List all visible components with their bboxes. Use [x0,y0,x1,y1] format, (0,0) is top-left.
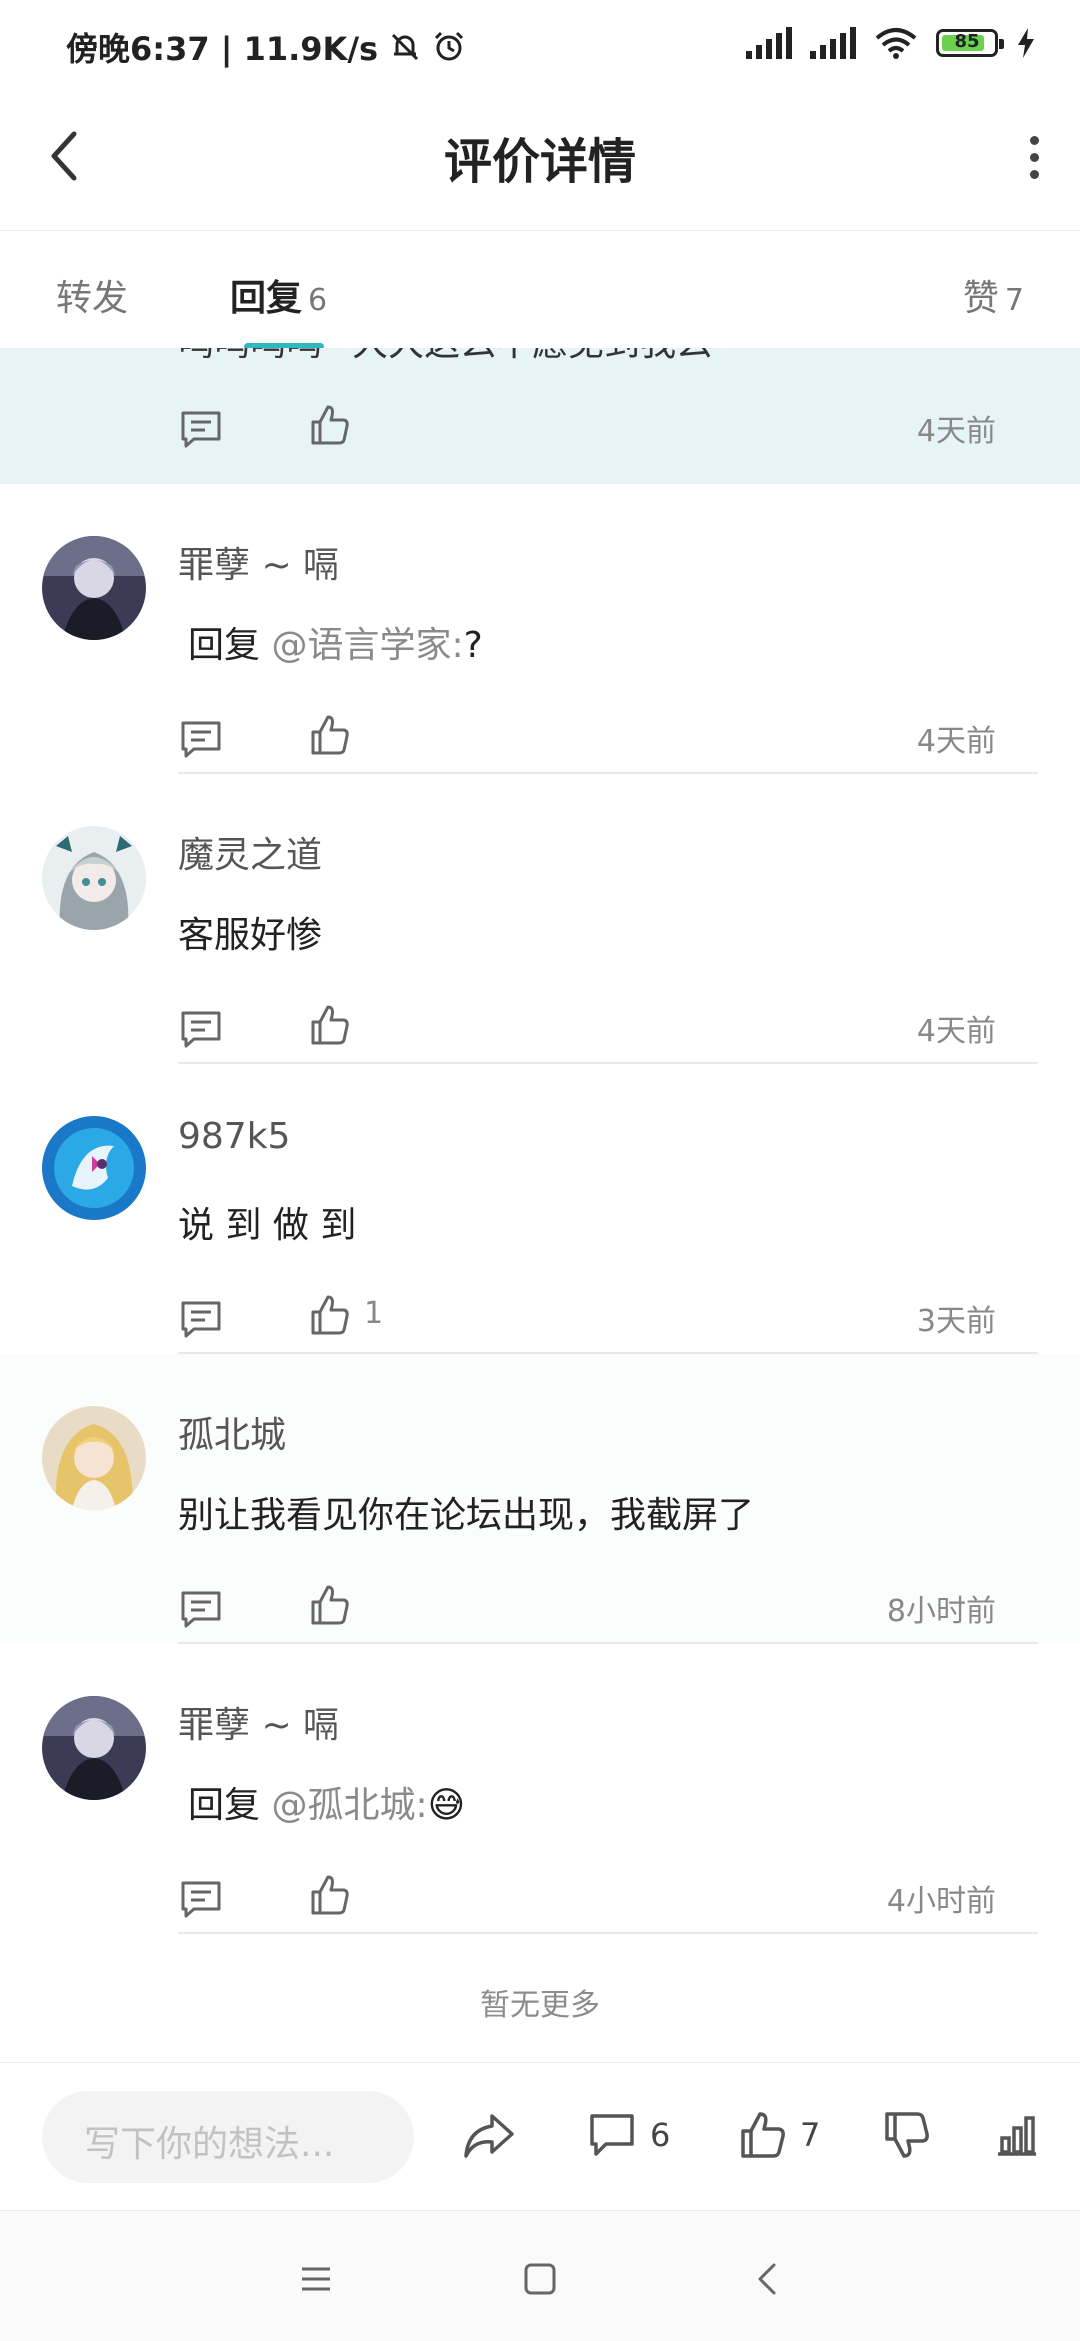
bar-chart-icon [998,2116,1036,2156]
status-time-speed: 傍晚6:37 | 11.9K/s [66,30,379,68]
reply-time: 4天前 [916,414,996,449]
status-left: 傍晚6:37 | 11.9K/s [66,24,466,70]
user-avatar[interactable] [42,826,146,930]
system-nav-bar [0,2210,1080,2341]
comment-count: 6 [650,2116,671,2154]
like-icon[interactable] [310,404,350,446]
username[interactable]: 魔灵之道 [178,826,322,878]
tab-forward[interactable]: 转发 [56,269,128,321]
reply-text: 呜呜呜呜~大大这么不愿见到我么~ [178,348,742,366]
more-options-icon[interactable] [1028,136,1040,180]
comment-icon[interactable] [180,1010,222,1048]
like-button[interactable]: 7 [740,2107,820,2163]
tab-forward-label: 转发 [56,278,129,319]
reply-item[interactable]: 罪孽 ~ 嗝 回复 @语言学家:? 4天前 [0,484,1080,774]
reply-body: 客服好惨 [178,915,323,956]
username[interactable]: 罪孽 ~ 嗝 [178,1696,339,1748]
comment-button[interactable]: 6 [588,2107,670,2163]
comment-icon[interactable] [180,410,222,448]
like-icon[interactable] [310,1874,350,1916]
highlighted-reply[interactable]: 呜呜呜呜~大大这么不愿见到我么~ 4天前 [0,348,1080,484]
home-icon[interactable] [520,2259,560,2299]
comment-icon[interactable] [180,1590,222,1628]
reply-text: 客服好惨 [178,906,322,958]
username[interactable]: 罪孽 ~ 嗝 [178,536,339,588]
reply-item[interactable]: 魔灵之道 客服好惨 4天前 [0,774,1080,1064]
like-count: 7 [800,2116,821,2154]
no-more-text: 暂无更多 [480,1988,600,2023]
reply-body: 别让我看见你在论坛出现，我截屏了 [178,1495,755,1536]
reply-item[interactable]: 罪孽 ~ 嗝 回复 @孤北城:😅 4小时前 [0,1644,1080,1934]
mute-bell-icon [392,33,419,61]
stats-button[interactable] [994,2107,1040,2163]
like-icon[interactable] [310,1004,350,1046]
reply-time: 4小时前 [886,1884,996,1919]
tab-replies[interactable]: 回复 6 [230,269,327,321]
reply-body: ? [463,625,483,666]
signal-icon [746,27,792,59]
reply-mention[interactable]: @语言学家: [271,625,463,666]
wifi-icon [875,28,917,59]
reply-item[interactable]: 孤北城 别让我看见你在论坛出现，我截屏了 8小时前 [0,1354,1080,1644]
dislike-button[interactable] [884,2107,930,2163]
like-count: 1 [364,1296,384,1331]
reply-item[interactable]: 987k5 说 到 做 到 1 3天前 [0,1064,1080,1354]
thumbs-up-icon [741,2112,785,2158]
battery-icon: 85 [936,29,1004,57]
signal-icon [810,27,856,59]
reply-time: 4天前 [916,1014,996,1049]
comment-icon[interactable] [180,1880,222,1918]
user-avatar[interactable] [42,1406,146,1510]
reply-body: 😅 [427,1785,466,1826]
reply-time: 4天前 [916,724,996,759]
reply-time: 8小时前 [886,1594,996,1629]
action-bar: 写下你的想法... 6 7 [0,2062,1080,2211]
tab-bar: 转发 回复 6 赞7 [0,230,1080,350]
reply-text: 别让我看见你在论坛出现，我截屏了 [178,1486,754,1538]
reply-text: 回复 @孤北城:😅 [178,1776,465,1828]
like-icon[interactable] [310,1584,350,1626]
user-avatar[interactable] [42,1696,146,1800]
username[interactable]: 987k5 [178,1116,290,1157]
divider [178,1932,1038,1934]
page-title: 评价详情 [443,134,636,190]
reply-prefix: 回复 [188,1785,261,1826]
status-bar: 傍晚6:37 | 11.9K/s 85 [0,0,1080,96]
comment-bubble-icon [590,2114,634,2156]
share-icon [464,2114,514,2158]
reply-list[interactable]: 呜呜呜呜~大大这么不愿见到我么~ 4天前 罪孽 ~ 嗝 回复 @语言学家:? [0,348,1080,2063]
like-icon[interactable] [310,1294,350,1336]
user-avatar[interactable] [42,536,146,640]
thumbs-down-icon [885,2112,929,2158]
comment-icon[interactable] [180,1300,222,1338]
reply-text: 回复 @语言学家:? [178,616,483,668]
app-header: 评价详情 [0,96,1080,230]
tab-replies-label: 回复 [230,278,303,319]
tab-likes-label: 赞 [962,278,999,319]
battery-level: 85 [954,31,980,52]
tab-replies-count: 6 [308,283,328,318]
share-button[interactable] [462,2107,516,2163]
like-icon[interactable] [310,714,350,756]
charging-icon [1018,28,1034,58]
comment-icon[interactable] [180,720,222,758]
reply-time: 3天前 [916,1304,996,1339]
username[interactable]: 孤北城 [178,1406,286,1458]
tab-likes-count: 7 [1004,283,1024,318]
tab-likes[interactable]: 赞7 [963,269,1024,321]
reply-body: 说 到 做 到 [178,1205,357,1246]
comment-input[interactable]: 写下你的想法... [42,2091,414,2183]
reply-prefix: 回复 [188,625,261,666]
reply-text: 说 到 做 到 [178,1196,356,1248]
back-icon[interactable] [748,2259,788,2299]
comment-input-placeholder: 写下你的想法... [84,2124,335,2165]
alarm-icon [435,31,464,61]
status-right: 85 [746,26,1036,60]
menu-icon[interactable] [296,2259,336,2299]
user-avatar[interactable] [42,1116,146,1220]
reply-mention[interactable]: @孤北城: [271,1785,427,1826]
